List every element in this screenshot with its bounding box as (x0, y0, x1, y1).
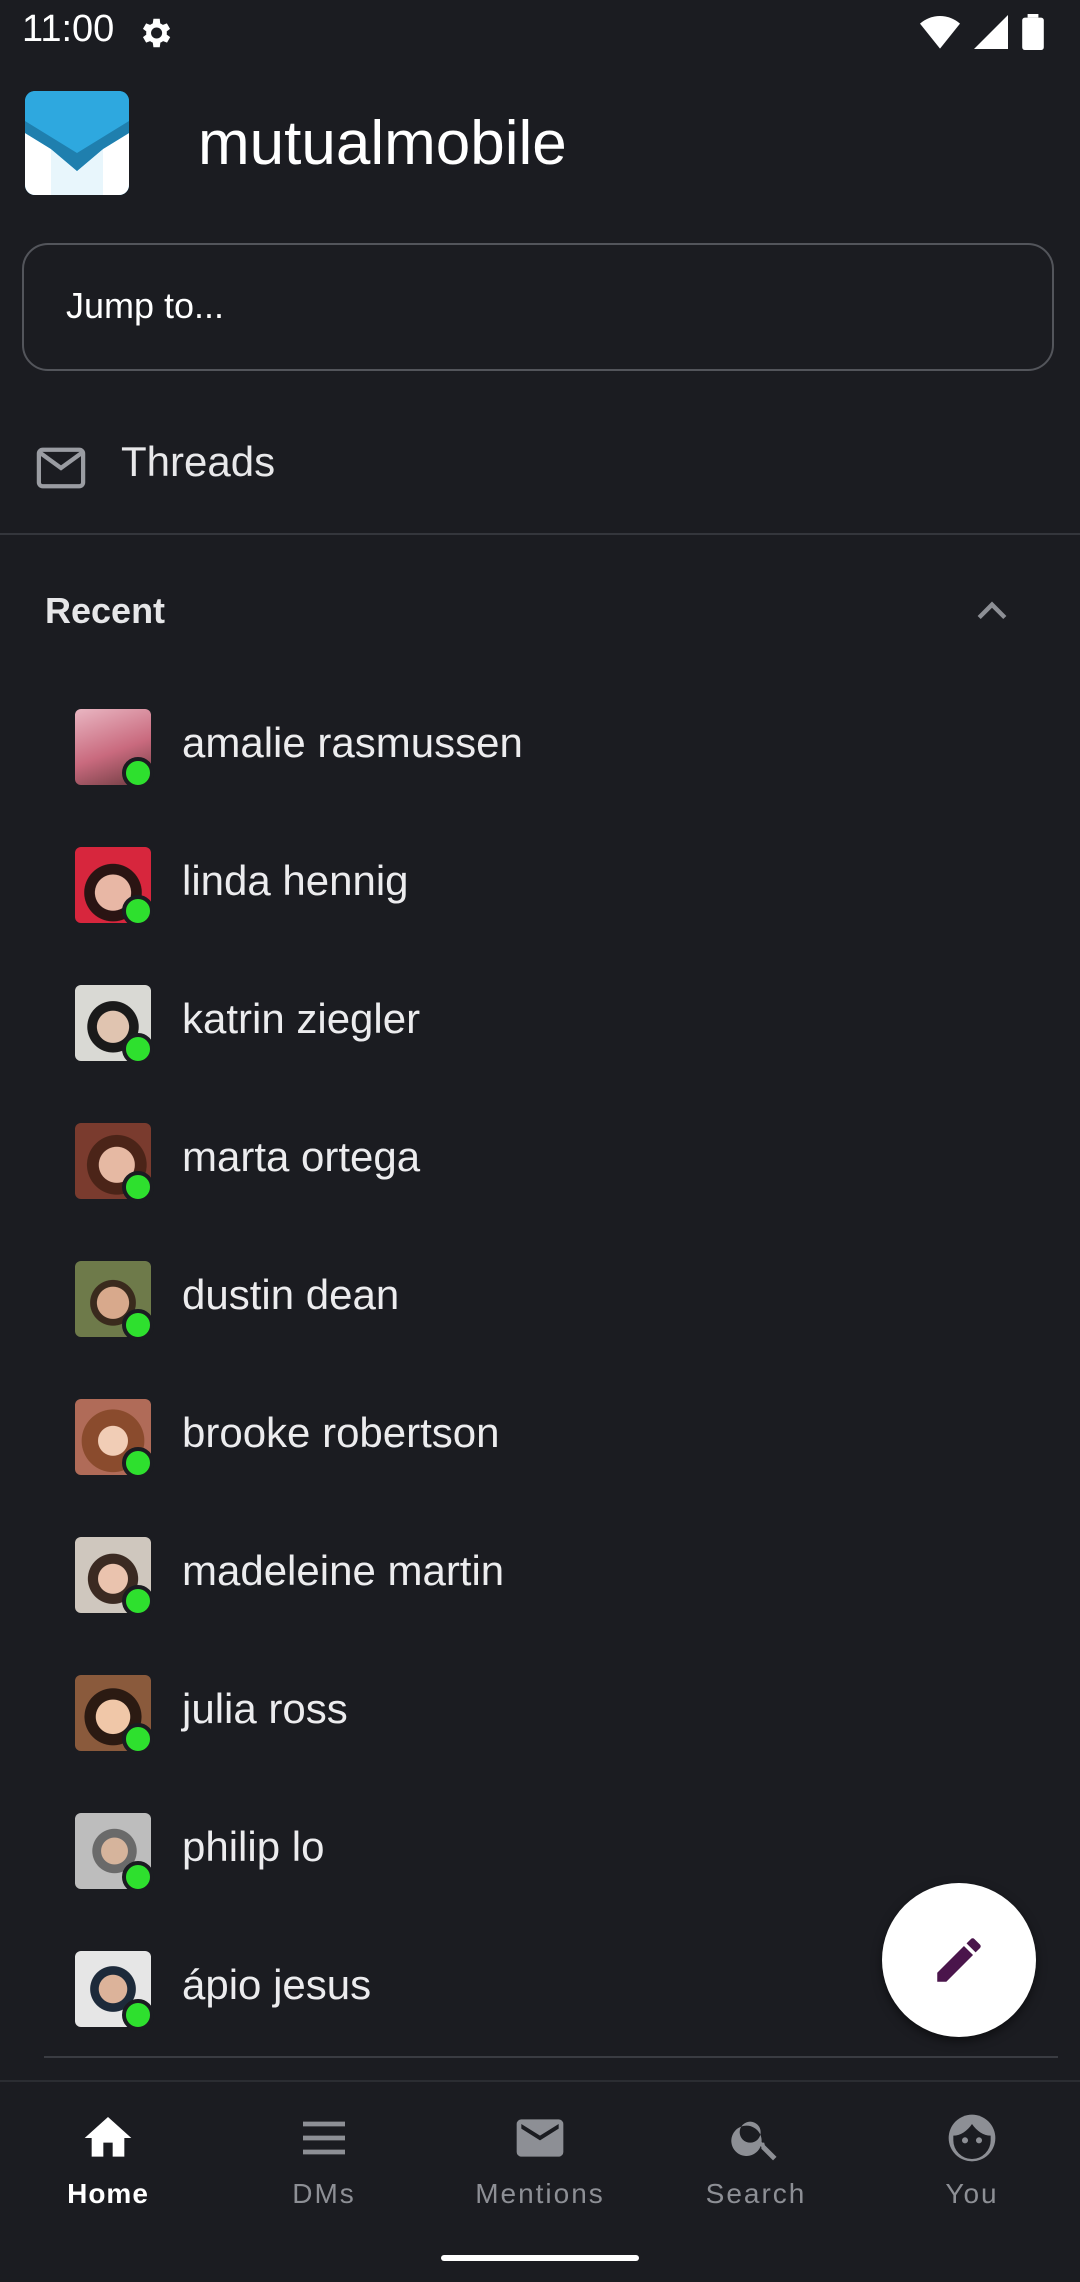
nav-search[interactable]: Search (648, 2110, 864, 2230)
workspace-header: mutualmobile (0, 88, 1080, 198)
dm-item[interactable]: katrin ziegler (0, 953, 1080, 1091)
dm-name: madeleine martin (182, 1547, 505, 1594)
status-time: 11:00 (22, 8, 115, 50)
nav-you-label: You (945, 2178, 999, 2209)
signal-icon (974, 15, 1008, 49)
dm-name: ápio jesus (182, 1961, 372, 2008)
dm-name: brooke robertson (182, 1409, 500, 1456)
dm-item[interactable]: julia ross (0, 1643, 1080, 1781)
workspace-name[interactable]: mutualmobile (198, 108, 567, 179)
home-icon (84, 2117, 132, 2157)
dm-name: linda hennig (182, 857, 409, 904)
online-status-dot (122, 1585, 154, 1617)
battery-icon (1022, 14, 1044, 50)
bottom-navigation: Home DMs Mentions Search You (0, 2080, 1080, 2282)
nav-mentions[interactable]: Mentions (432, 2110, 648, 2230)
online-status-dot (122, 895, 154, 927)
dm-name: philip lo (182, 1823, 325, 1870)
online-status-dot (122, 1861, 154, 1893)
nav-search-label: Search (705, 2178, 807, 2209)
online-status-dot (122, 1447, 154, 1479)
online-status-dot (122, 1171, 154, 1203)
online-status-dot (122, 1723, 154, 1755)
dm-item[interactable]: brooke robertson (0, 1367, 1080, 1505)
threads-row[interactable]: Threads (0, 420, 1080, 530)
nav-home[interactable]: Home (0, 2110, 216, 2230)
face-icon (948, 2114, 996, 2162)
dm-item[interactable]: madeleine martin (0, 1505, 1080, 1643)
recent-section-title: Recent (45, 590, 166, 631)
search-icon (731, 2121, 777, 2161)
dm-item[interactable]: dustin dean (0, 1229, 1080, 1367)
jump-to-input[interactable]: Jump to... (22, 243, 1054, 371)
recent-section-header[interactable]: Recent (0, 580, 1080, 650)
settings-gear-icon (142, 18, 171, 48)
pencil-icon (937, 1938, 981, 1982)
status-bar: 11:00 (0, 0, 1080, 64)
nav-mentions-label: Mentions (475, 2178, 605, 2209)
dm-name: amalie rasmussen (182, 719, 523, 766)
home-indicator[interactable] (441, 2255, 639, 2261)
menu-lines-icon (303, 2121, 345, 2155)
nav-dms[interactable]: DMs (216, 2110, 432, 2230)
jump-to-placeholder: Jump to... (66, 285, 225, 326)
chevron-up-icon[interactable] (970, 590, 1014, 634)
dm-item[interactable]: marta ortega (0, 1091, 1080, 1229)
nav-you[interactable]: You (864, 2110, 1080, 2230)
status-icons (920, 14, 1044, 50)
online-status-dot (122, 1999, 154, 2031)
dm-name: dustin dean (182, 1271, 400, 1318)
nav-dms-label: DMs (292, 2178, 356, 2209)
mail-icon (516, 2119, 564, 2157)
dm-item[interactable]: amalie rasmussen (0, 677, 1080, 815)
compose-button[interactable] (882, 1883, 1036, 2037)
mail-outline-icon (36, 447, 86, 489)
threads-label: Threads (121, 438, 276, 485)
dm-name: katrin ziegler (182, 995, 421, 1042)
workspace-logo-icon[interactable] (25, 91, 129, 195)
divider (44, 2056, 1058, 2058)
nav-home-label: Home (67, 2178, 149, 2209)
recent-dm-list: amalie rasmussen linda hennig katrin zie… (0, 677, 1080, 2057)
dm-item[interactable]: linda hennig (0, 815, 1080, 953)
dm-name: julia ross (182, 1685, 348, 1732)
dm-name: marta ortega (182, 1133, 421, 1180)
wifi-icon (920, 16, 960, 49)
online-status-dot (122, 757, 154, 789)
online-status-dot (122, 1033, 154, 1065)
online-status-dot (122, 1309, 154, 1341)
divider (0, 533, 1080, 535)
